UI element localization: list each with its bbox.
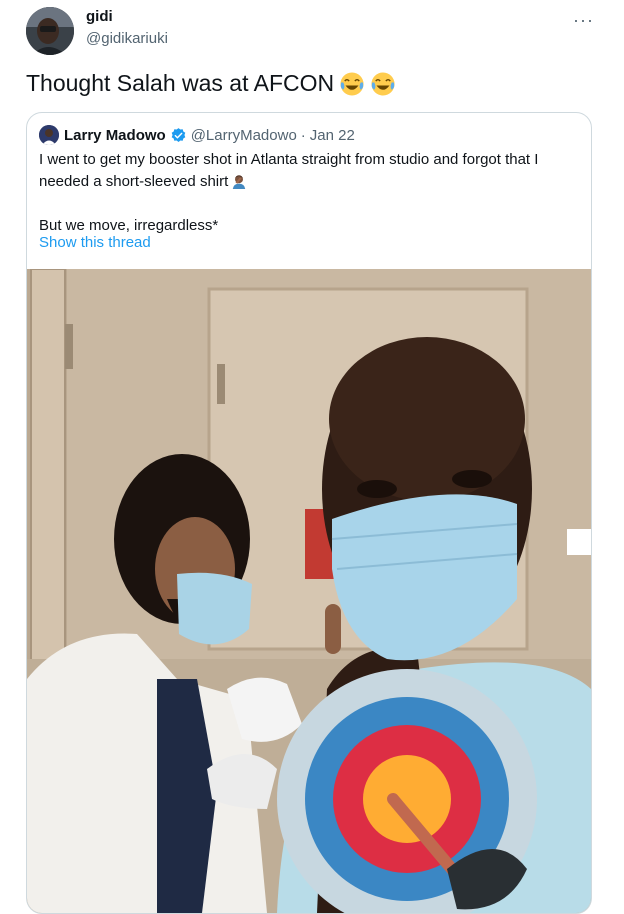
quoted-text-line1: I went to get my booster shot in Atlanta… [39,151,539,190]
tweet-text: Thought Salah was at AFCON [26,70,396,97]
quoted-tweet[interactable]: Larry Madowo @LarryMadowo · Jan 22 I wen… [26,112,592,914]
show-thread-link[interactable]: Show this thread [39,234,151,251]
quoted-author-handle[interactable]: @LarryMadowo [191,127,297,144]
author-avatar[interactable] [26,7,74,55]
tears-of-joy-emoji-icon [340,71,364,96]
quoted-tweet-header: Larry Madowo @LarryMadowo · Jan 22 [39,125,355,145]
author-name[interactable]: gidi [86,8,113,25]
man-facepalming-emoji-icon [233,175,246,189]
author-handle[interactable]: @gidikariuki [86,30,168,47]
quoted-tweet-text: I went to get my booster shot in Atlanta… [39,149,569,237]
tears-of-joy-emoji-icon [371,71,395,96]
quoted-author-avatar[interactable] [39,125,59,145]
quoted-tweet-date[interactable]: Jan 22 [310,127,355,144]
quoted-tweet-photo[interactable] [27,269,591,913]
separator-dot: · [300,126,306,144]
more-options-icon[interactable]: ··· [573,10,594,31]
quoted-author-name[interactable]: Larry Madowo [64,127,166,144]
verified-badge-icon [171,127,185,142]
tweet-text-content: Thought Salah was at AFCON [26,70,335,96]
tweet[interactable]: gidi @gidikariuki ··· Thought Salah was … [0,0,624,914]
